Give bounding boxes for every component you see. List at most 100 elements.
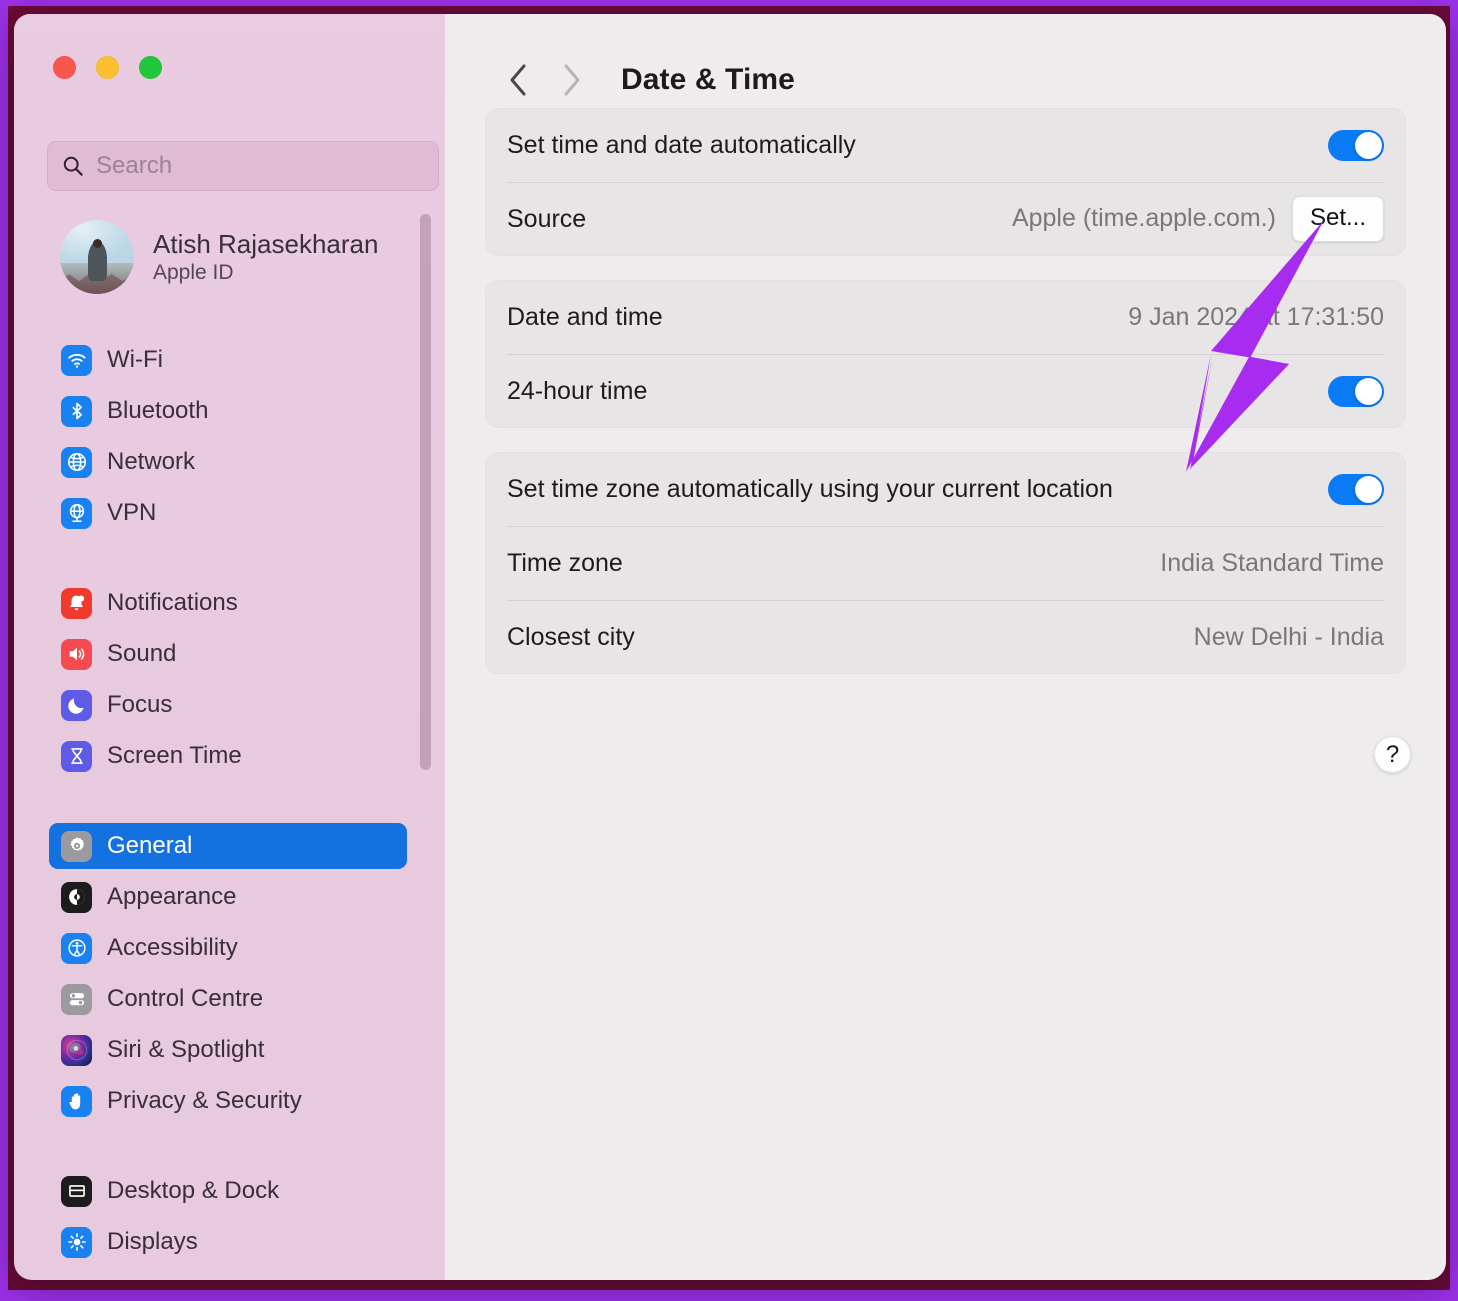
row-time-zone[interactable]: Time zone India Standard Time [507,526,1384,600]
row-label: Set time and date automatically [507,130,856,159]
hourglass-icon [61,740,92,772]
displays-icon [61,1226,92,1258]
sidebar-group-system: Notifications Sound Focus Screen Time [14,580,445,779]
date-time-card: Date and time 9 Jan 2024 at 17:31:50 24-… [485,280,1406,428]
set-button[interactable]: Set... [1291,195,1384,243]
row-closest-city[interactable]: Closest city New Delhi - India [507,600,1384,674]
source-value: Apple (time.apple.com.) [1011,204,1276,233]
accessibility-icon [61,932,92,964]
sidebar-item-label: Displays [107,1228,198,1255]
speaker-icon [61,638,92,670]
sidebar-item-label: Screen Time [107,742,242,769]
sidebar-group-general: General Appearance Accessibility Control… [14,823,445,1124]
row-set-time-automatically[interactable]: Set time and date automatically [507,108,1384,182]
sidebar-item-label: Notifications [107,589,238,616]
sidebar-separator [14,1129,445,1163]
sidebar-item-label: Network [107,448,196,475]
sidebar-item-desktop-and-dock[interactable]: Desktop & Dock [49,1168,407,1214]
bell-icon [61,587,92,619]
time-zone-card: Set time zone automatically using your c… [485,452,1406,674]
sidebar-item-accessibility[interactable]: Accessibility [49,925,407,971]
appearance-icon [61,881,92,913]
sidebar-item-label: Privacy & Security [107,1087,302,1114]
sidebar-separator [14,541,445,575]
row-24-hour-time[interactable]: 24-hour time [507,354,1384,428]
sidebar-item-label: General [107,832,193,859]
vpn-icon [61,497,92,529]
sidebar: Atish Rajasekharan Apple ID Wi-Fi [14,14,445,1280]
24-hour-time-toggle[interactable] [1328,375,1384,407]
back-button[interactable] [493,54,545,106]
time-zone-value: India Standard Time [1160,548,1384,577]
sidebar-item-label: VPN [107,499,157,526]
help-button[interactable]: ? [1374,736,1411,773]
sidebar-scrollbar[interactable] [420,214,431,770]
set-time-automatically-toggle[interactable] [1328,129,1384,161]
sidebar-item-label: Wi-Fi [107,346,163,373]
sidebar-item-label: Accessibility [107,934,238,961]
main-content: Date & Time Set time and date automatica… [445,14,1446,1280]
sidebar-item-vpn[interactable]: VPN [49,490,407,536]
sidebar-item-network[interactable]: Network [49,439,407,485]
sidebar-item-wi-fi[interactable]: Wi-Fi [49,337,407,383]
sidebar-item-label: Appearance [107,883,237,910]
sidebar-item-siri-and-spotlight[interactable]: Siri & Spotlight [49,1027,407,1073]
zoom-button[interactable] [139,56,162,79]
sidebar-item-notifications[interactable]: Notifications [49,580,407,626]
apple-id-account-item[interactable]: Atish Rajasekharan Apple ID [60,220,378,294]
row-set-time-zone-automatically[interactable]: Set time zone automatically using your c… [507,452,1384,526]
avatar [60,220,134,294]
row-date-and-time[interactable]: Date and time 9 Jan 2024 at 17:31:50 [507,280,1384,354]
row-label: Date and time [507,302,663,331]
auto-time-card: Set time and date automatically Source A… [485,108,1406,256]
sidebar-item-privacy-and-security[interactable]: Privacy & Security [49,1078,407,1124]
content-toolbar: Date & Time [485,14,1406,108]
set-time-zone-automatically-toggle[interactable] [1328,473,1384,505]
sidebar-item-label: Sound [107,640,177,667]
search-input[interactable] [96,152,424,180]
sidebar-group-connectivity: Wi-Fi Bluetooth Network VPN [14,337,445,536]
row-label: Source [507,204,587,233]
hand-icon [61,1085,92,1117]
row-label: Closest city [507,622,635,651]
search-icon [62,155,84,177]
window-controls [53,56,162,79]
sidebar-item-label: Siri & Spotlight [107,1036,265,1063]
bluetooth-icon [61,395,92,427]
sidebar-item-sound[interactable]: Sound [49,631,407,677]
sidebar-item-focus[interactable]: Focus [49,682,407,728]
sidebar-item-appearance[interactable]: Appearance [49,874,407,920]
row-source[interactable]: Source Apple (time.apple.com.) Set... [507,182,1384,256]
row-label: 24-hour time [507,376,648,405]
siri-icon [61,1034,92,1066]
search-field[interactable] [47,141,439,191]
minimize-button[interactable] [96,56,119,79]
sidebar-item-bluetooth[interactable]: Bluetooth [49,388,407,434]
row-label: Time zone [507,548,623,577]
forward-button[interactable] [545,54,597,106]
sidebar-item-control-centre[interactable]: Control Centre [49,976,407,1022]
sidebar-item-label: Control Centre [107,985,264,1012]
control-centre-icon [61,983,92,1015]
sidebar-item-displays[interactable]: Displays [49,1219,407,1265]
sidebar-item-screen-time[interactable]: Screen Time [49,733,407,779]
sidebar-group-desktop: Desktop & Dock Displays [14,1168,445,1265]
account-name: Atish Rajasekharan [153,229,379,260]
network-icon [61,446,92,478]
sidebar-item-label: Focus [107,691,173,718]
sidebar-item-label: Desktop & Dock [107,1177,280,1204]
date-and-time-value: 9 Jan 2024 at 17:31:50 [1128,302,1384,331]
sidebar-separator [14,784,445,818]
system-settings-window: Atish Rajasekharan Apple ID Wi-Fi [14,14,1446,1280]
sidebar-nav: Wi-Fi Bluetooth Network VPN Notification… [14,332,445,1270]
account-subtitle: Apple ID [153,260,234,284]
desktop-dock-icon [61,1175,92,1207]
sidebar-item-general[interactable]: General [49,823,407,869]
close-button[interactable] [53,56,76,79]
closest-city-value: New Delhi - India [1193,622,1384,651]
gear-icon [61,830,92,862]
row-label: Set time zone automatically using your c… [507,474,1113,503]
sidebar-item-label: Bluetooth [107,397,209,424]
moon-icon [61,689,92,721]
wifi-icon [61,344,92,376]
